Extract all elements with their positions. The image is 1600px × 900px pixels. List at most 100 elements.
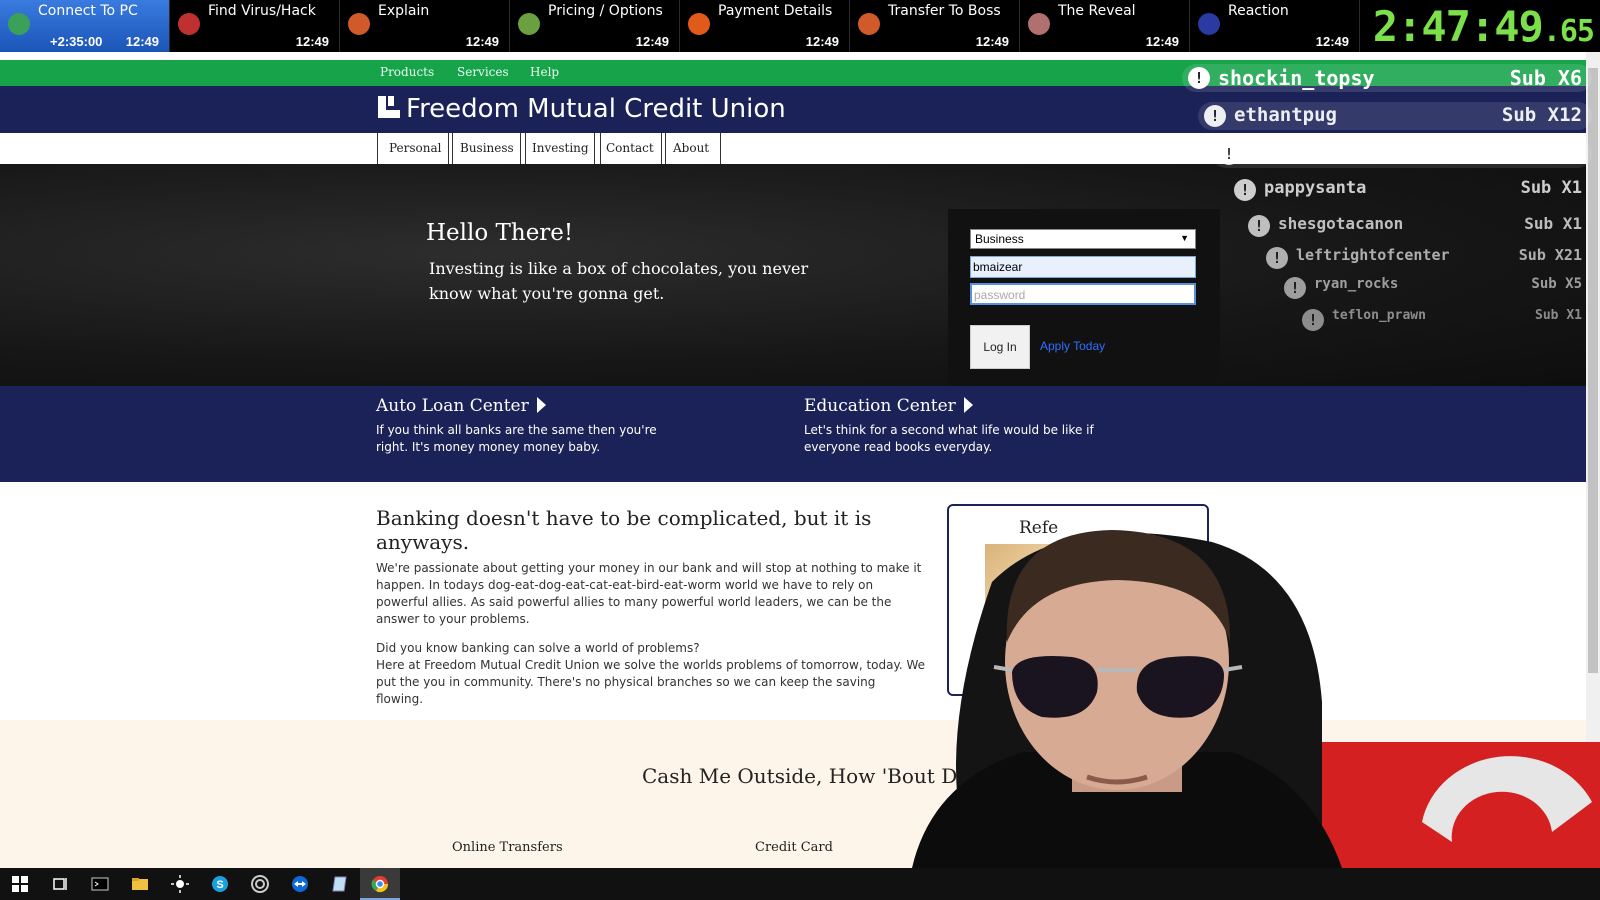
nav-about[interactable]: About: [661, 133, 722, 164]
login-form: Business ▼ bmaizear password Log In Appl…: [948, 209, 1220, 389]
brightness-taskbar-button[interactable]: [160, 868, 200, 900]
sub-username: pappysanta: [1264, 178, 1367, 198]
credit-card-heading: Credit Card: [755, 840, 833, 855]
sub-count: Sub X1: [1520, 178, 1582, 198]
alert-exclamation-icon: !: [1284, 277, 1306, 299]
browser-icon: [251, 875, 269, 893]
education-center[interactable]: Education Center Let's think for a secon…: [804, 396, 1104, 456]
teamviewer-taskbar-button[interactable]: [280, 868, 320, 900]
windows-taskbar: S: [0, 868, 1600, 900]
online-transfers-heading: Online Transfers: [452, 840, 563, 855]
run-timer: 2:47:49.65: [1373, 2, 1595, 51]
windows-start-icon: [12, 876, 28, 892]
topnav-services[interactable]: Services: [457, 65, 509, 79]
skype-taskbar-button[interactable]: S: [200, 868, 240, 900]
alert-exclamation-icon: !: [1248, 215, 1270, 237]
about-question: Did you know banking can solve a world o…: [376, 641, 700, 655]
auto-loan-title[interactable]: Auto Loan Center: [376, 396, 676, 416]
dropdown-arrow-icon: ▼: [1180, 233, 1189, 243]
sub-alert: ! leftrightofcenter Sub X21: [1260, 242, 1592, 274]
split-time: 12:49: [465, 34, 499, 49]
split-8: Reaction 12:49: [1190, 0, 1360, 52]
split-5: Payment Details 12:49: [680, 0, 850, 52]
windows-start-taskbar-button[interactable]: [0, 868, 40, 900]
split-2: Find Virus/Hack 12:49: [170, 0, 340, 52]
sub-count: Sub X2: [1516, 142, 1582, 163]
money-bag-icon: [518, 13, 540, 35]
username-input[interactable]: bmaizear: [970, 256, 1196, 278]
split-time: 12:49: [1315, 34, 1349, 49]
task-view-taskbar-button[interactable]: [40, 868, 80, 900]
sub-alert: ! cghabby Sub X2: [1212, 138, 1592, 170]
sub-username: ryan_rocks: [1314, 276, 1399, 292]
bank-name[interactable]: Freedom Mutual Credit Union: [406, 94, 786, 124]
file-explorer-taskbar-button[interactable]: [120, 868, 160, 900]
hero-text: Investing is like a box of chocolates, y…: [429, 259, 809, 303]
play-arrow-icon: [536, 397, 546, 413]
chrome-taskbar-button[interactable]: [360, 868, 400, 900]
password-input[interactable]: password: [970, 283, 1196, 305]
terminal-taskbar-button[interactable]: [80, 868, 120, 900]
split-7: The Reveal 12:49: [1020, 0, 1190, 52]
teamviewer-icon: [292, 876, 308, 892]
nav-business[interactable]: Business: [448, 133, 526, 164]
terminal-icon: [91, 877, 109, 891]
split-6: Transfer To Boss 12:49: [850, 0, 1020, 52]
notepad-icon: [332, 876, 347, 892]
hero-heading: Hello There!: [426, 220, 574, 246]
sub-count: Sub X12: [1501, 104, 1582, 126]
task-view-icon: [53, 878, 67, 890]
split-time: 12:49: [1145, 34, 1179, 49]
split-time: 12:49: [975, 34, 1009, 49]
about-paragraph-2: Did you know banking can solve a world o…: [376, 640, 926, 708]
split-name: Transfer To Boss: [888, 3, 1001, 19]
apply-today-link[interactable]: Apply Today: [1040, 339, 1105, 353]
sub-alert: ! pappysanta Sub X1: [1228, 174, 1592, 206]
browser-taskbar-button[interactable]: [240, 868, 280, 900]
file-explorer-icon: [132, 878, 148, 890]
split-name: Connect To PC: [38, 3, 138, 19]
about-heading: Banking doesn't have to be complicated, …: [376, 506, 872, 554]
split-time: 12:49: [805, 34, 839, 49]
nav-personal[interactable]: Personal: [377, 133, 454, 164]
education-title[interactable]: Education Center: [804, 396, 1104, 416]
auto-loan-title-text: Auto Loan Center: [376, 396, 529, 416]
auto-loan-center[interactable]: Auto Loan Center If you think all banks …: [376, 396, 676, 456]
brightness-icon: [171, 875, 189, 893]
sub-username: leftrightofcenter: [1296, 246, 1450, 264]
nav-investing[interactable]: Investing: [520, 133, 601, 164]
topnav-products[interactable]: Products: [380, 65, 434, 79]
split-3: Explain 12:49: [340, 0, 510, 52]
account-type-select[interactable]: Business ▼: [970, 229, 1196, 249]
split-name: Find Virus/Hack: [208, 3, 316, 19]
about-paragraph-1: We're passionate about getting your mone…: [376, 561, 922, 626]
account-type-value: Business: [975, 232, 1024, 246]
alert-exclamation-icon: !: [1302, 309, 1324, 331]
bank-logo-icon[interactable]: [376, 94, 402, 120]
alert-exclamation-icon: !: [1266, 247, 1288, 269]
sub-alert: ! ethantpug Sub X12: [1198, 100, 1592, 132]
split-time: 12:49: [635, 34, 669, 49]
about-answer: Here at Freedom Mutual Credit Union we s…: [376, 658, 926, 706]
split-time: 12:49: [125, 34, 159, 49]
login-button[interactable]: Log In: [970, 325, 1030, 369]
centers-band: Auto Loan Center If you think all banks …: [0, 386, 1586, 482]
sub-alert: ! teflon_prawn Sub X1: [1296, 304, 1592, 336]
webcam-overlay: [912, 502, 1600, 868]
sub-alerts-overlay: ! shockin_topsy Sub X6! ethantpug Sub X12! cg…: [1182, 62, 1592, 352]
alert-exclamation-icon: !: [1218, 143, 1240, 165]
sub-alert: ! ryan_rocks Sub X5: [1278, 272, 1592, 304]
split-name: Reaction: [1228, 3, 1289, 19]
topnav-help[interactable]: Help: [530, 65, 559, 79]
auto-loan-text: If you think all banks are the same then…: [376, 423, 657, 454]
alert-exclamation-icon: !: [1204, 105, 1226, 127]
sub-username: ethantpug: [1234, 104, 1337, 126]
fire-icon: [688, 13, 710, 35]
play-arrow-icon: [963, 397, 973, 413]
split-time: 12:49: [295, 34, 329, 49]
nav-contact[interactable]: Contact: [594, 133, 666, 164]
streamer-webcam-image: [912, 530, 1600, 868]
notepad-taskbar-button[interactable]: [320, 868, 360, 900]
timer-fraction: .65: [1542, 14, 1595, 49]
chrome-icon: [371, 876, 389, 893]
